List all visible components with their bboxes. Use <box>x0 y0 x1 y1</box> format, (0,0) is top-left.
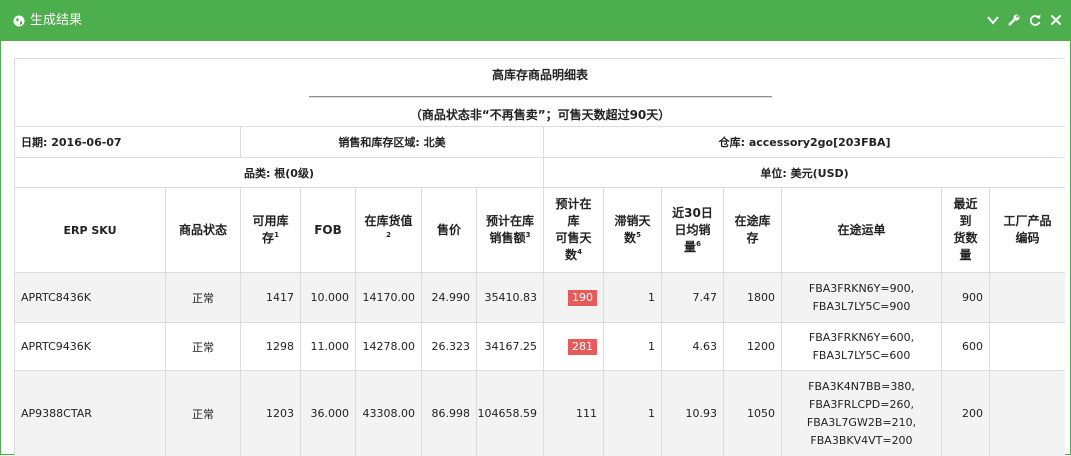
column-header: 近30日日均销量6 <box>662 188 724 273</box>
column-header: FOB <box>301 188 356 273</box>
globe-icon <box>13 15 25 27</box>
window-titlebar: 生成结果 <box>1 1 1070 41</box>
window-title: 生成结果 <box>30 1 82 41</box>
cell-est-sales: 104658.59 <box>477 371 544 456</box>
cell-transit-orders: FBA3FRKN6Y=600,FBA3L7LY5C=600 <box>782 323 942 371</box>
column-header: ERP SKU <box>15 188 166 273</box>
title-divider: ----------------------------------------… <box>15 91 1066 103</box>
report-title: 高库存商品明细表 <box>15 59 1066 91</box>
cell-in-transit: 1200 <box>724 323 782 371</box>
table-row: APRTC8436K正常141710.00014170.0024.9903541… <box>15 273 1066 323</box>
cell-sku: APRTC8436K <box>15 273 166 323</box>
cell-available: 1203 <box>241 371 301 456</box>
column-header: 预计在库可售天数4 <box>544 188 604 273</box>
cell-price: 86.998 <box>422 371 477 456</box>
cell-factory-code <box>990 371 1066 456</box>
days-highlight-badge: 281 <box>568 339 597 355</box>
cell-status: 正常 <box>166 323 241 371</box>
cell-last-arrival: 900 <box>942 273 990 323</box>
cell-est-sales: 34167.25 <box>477 323 544 371</box>
table-header-row: ERP SKU商品状态可用库存1FOB在库货值2售价预计在库销售额3预计在库可售… <box>15 188 1066 273</box>
table-body: APRTC8436K正常141710.00014170.0024.9903541… <box>15 273 1066 456</box>
cell-days: 111 <box>544 371 604 456</box>
column-header: 在途库存 <box>724 188 782 273</box>
column-header: 工厂产品编码 <box>990 188 1066 273</box>
cell-factory-code <box>990 323 1066 371</box>
report-subtitle: （商品状态非“不再售卖”；可售天数超过90天） <box>15 103 1066 127</box>
result-window: 生成结果 高库存商品明细表 <box>0 0 1071 455</box>
cell-stock-value: 14278.00 <box>356 323 422 371</box>
cell-days: 281 <box>544 323 604 371</box>
wrench-icon[interactable] <box>1006 11 1022 29</box>
close-icon[interactable] <box>1048 11 1064 29</box>
table-row: APRTC9436K正常129811.00014278.0026.3233416… <box>15 323 1066 371</box>
column-header: 滞销天数5 <box>604 188 662 273</box>
cell-fob: 11.000 <box>301 323 356 371</box>
cell-slow-days: 1 <box>604 273 662 323</box>
report-content: 高库存商品明细表 -------------------------------… <box>14 58 1065 456</box>
cell-status: 正常 <box>166 371 241 456</box>
cell-in-transit: 1050 <box>724 371 782 456</box>
cell-slow-days: 1 <box>604 323 662 371</box>
column-header: 在库货值2 <box>356 188 422 273</box>
column-header: 可用库存1 <box>241 188 301 273</box>
column-header: 预计在库销售额3 <box>477 188 544 273</box>
cell-available: 1417 <box>241 273 301 323</box>
report-date: 日期: 2016-06-07 <box>15 127 241 158</box>
cell-stock-value: 43308.00 <box>356 371 422 456</box>
column-header: 售价 <box>422 188 477 273</box>
cell-days: 190 <box>544 273 604 323</box>
cell-slow-days: 1 <box>604 371 662 456</box>
column-header: 商品状态 <box>166 188 241 273</box>
cell-status: 正常 <box>166 273 241 323</box>
cell-stock-value: 14170.00 <box>356 273 422 323</box>
report-warehouse: 仓库: accessory2go[203FBA] <box>544 127 1066 158</box>
column-header: 在途运单 <box>782 188 942 273</box>
cell-sku: AP9388CTAR <box>15 371 166 456</box>
cell-price: 24.990 <box>422 273 477 323</box>
cell-transit-orders: FBA3FRKN6Y=900,FBA3L7LY5C=900 <box>782 273 942 323</box>
cell-price: 26.323 <box>422 323 477 371</box>
cell-avg30: 4.63 <box>662 323 724 371</box>
cell-available: 1298 <box>241 323 301 371</box>
report-table: 高库存商品明细表 -------------------------------… <box>14 58 1065 456</box>
cell-factory-code <box>990 273 1066 323</box>
cell-fob: 36.000 <box>301 371 356 456</box>
report-unit: 单位: 美元(USD) <box>544 158 1066 188</box>
column-header: 最近到货数量 <box>942 188 990 273</box>
days-highlight-badge: 190 <box>568 290 597 306</box>
table-row: AP9388CTAR正常120336.00043308.0086.9981046… <box>15 371 1066 456</box>
cell-sku: APRTC9436K <box>15 323 166 371</box>
cell-avg30: 10.93 <box>662 371 724 456</box>
cell-fob: 10.000 <box>301 273 356 323</box>
chevron-down-icon[interactable] <box>985 11 1001 29</box>
cell-in-transit: 1800 <box>724 273 782 323</box>
cell-transit-orders: FBA3K4N7BB=380,FBA3FRLCPD=260,FBA3L7GW2B… <box>782 371 942 456</box>
window-tools <box>985 11 1064 29</box>
report-region: 销售和库存区域: 北美 <box>241 127 544 158</box>
cell-avg30: 7.47 <box>662 273 724 323</box>
refresh-icon[interactable] <box>1027 11 1043 29</box>
cell-est-sales: 35410.83 <box>477 273 544 323</box>
report-category: 品类: 根(0级) <box>15 158 544 188</box>
cell-last-arrival: 600 <box>942 323 990 371</box>
cell-last-arrival: 200 <box>942 371 990 456</box>
